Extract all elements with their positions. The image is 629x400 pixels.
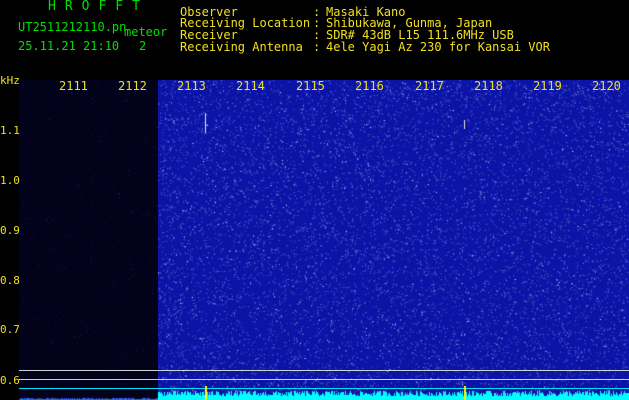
- y-tick: 0.6: [0, 374, 20, 387]
- x-tick: 2118: [474, 79, 503, 93]
- y-tick: 1.1: [0, 124, 20, 137]
- antenna-value: 4ele Yagi Az 230 for Kansai VOR: [326, 40, 550, 54]
- x-tick: 2114: [236, 79, 265, 93]
- reference-line: [19, 379, 629, 380]
- x-tick: 2113: [177, 79, 206, 93]
- antenna-label: Receiving Antenna: [180, 40, 303, 54]
- meteor-count: 2: [139, 39, 147, 53]
- signal-trace: [19, 386, 629, 400]
- reference-line: [19, 370, 629, 371]
- colon: :: [313, 40, 321, 54]
- mode-label: meteor: [124, 25, 168, 39]
- spectrogram-noise: [19, 80, 629, 400]
- file-name: UT2511212110.pn: [18, 20, 127, 34]
- app-brand: HROFFT: [48, 0, 149, 14]
- x-tick: 2119: [533, 79, 562, 93]
- y-tick: 0.8: [0, 274, 20, 287]
- y-tick: 0.7: [0, 323, 20, 336]
- y-tick: 0.9: [0, 224, 20, 237]
- spectrogram: [19, 80, 629, 400]
- x-tick: 2112: [118, 79, 147, 93]
- unit-label: kHz: [0, 74, 20, 87]
- x-tick: 2117: [415, 79, 444, 93]
- timestamp: 25.11.21 21:10: [18, 39, 120, 53]
- x-tick: 2120: [592, 79, 621, 93]
- x-tick: 2111: [59, 79, 88, 93]
- x-tick: 2116: [355, 79, 384, 93]
- x-tick: 2115: [296, 79, 325, 93]
- y-tick: 1.0: [0, 174, 20, 187]
